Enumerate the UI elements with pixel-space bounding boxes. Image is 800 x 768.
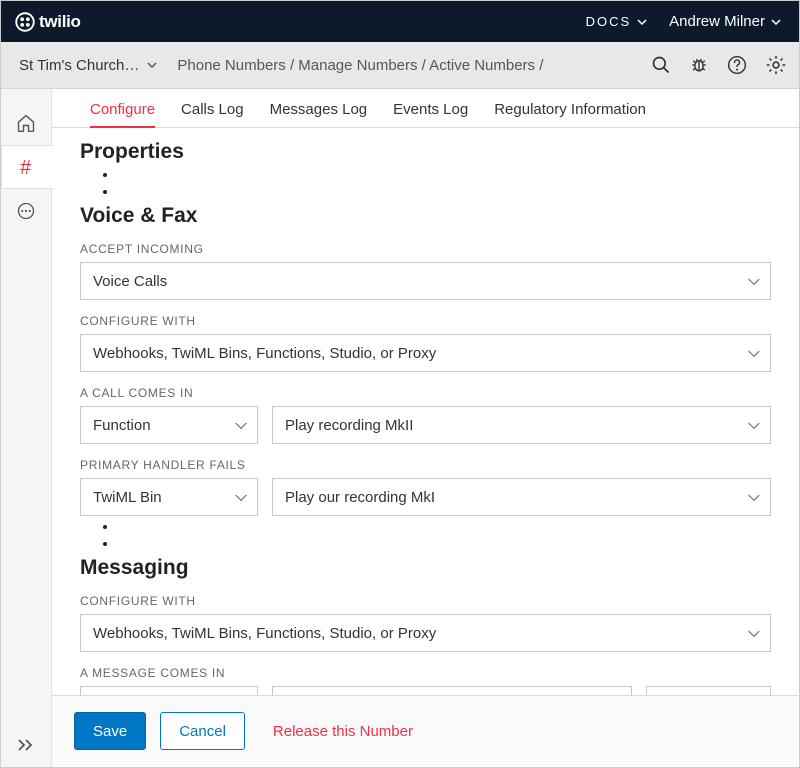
tab-regulatory[interactable]: Regulatory Information (494, 97, 646, 127)
tabs: Configure Calls Log Messages Log Events … (52, 89, 799, 128)
tab-calls-log[interactable]: Calls Log (181, 97, 244, 127)
content: Properties Voice & Fax ACCEPT INCOMING V… (52, 128, 799, 695)
expand-icon (16, 737, 36, 753)
accept-incoming-select[interactable]: Voice Calls (80, 262, 771, 300)
tab-configure[interactable]: Configure (90, 97, 155, 128)
fail-target-select[interactable]: Play our recording MkI (272, 478, 771, 516)
docs-label: DOCS (586, 14, 632, 29)
logo[interactable]: twilio (15, 12, 81, 32)
sidebar-expand[interactable] (1, 737, 51, 753)
vf-configure-with-select[interactable]: Webhooks, TwiML Bins, Functions, Studio,… (80, 334, 771, 372)
sidebar-home[interactable] (1, 101, 52, 145)
top-nav: twilio DOCS Andrew Milner (1, 1, 799, 42)
fail-type-select[interactable]: TwiML Bin (80, 478, 258, 516)
call-comes-in-label: A CALL COMES IN (80, 386, 771, 400)
debug-icon[interactable] (689, 55, 709, 75)
home-icon (16, 113, 36, 133)
fail-target-value: Play our recording MkI (285, 489, 435, 506)
call-target-value: Play recording MkII (285, 417, 413, 434)
fail-type-value: TwiML Bin (93, 489, 162, 506)
vf-configure-with-label: CONFIGURE WITH (80, 314, 771, 328)
voice-fax-heading: Voice & Fax (80, 204, 771, 228)
msg-configure-with-value: Webhooks, TwiML Bins, Functions, Studio,… (93, 625, 436, 642)
properties-list (118, 166, 771, 200)
user-menu[interactable]: Andrew Milner (669, 13, 781, 30)
project-name: St Tim's Church… (19, 57, 139, 74)
primary-fails-label: PRIMARY HANDLER FAILS (80, 458, 771, 472)
hash-icon: # (17, 156, 37, 178)
msg-configure-with-select[interactable]: Webhooks, TwiML Bins, Functions, Studio,… (80, 614, 771, 652)
release-number-link[interactable]: Release this Number (273, 723, 413, 740)
msg-configure-with-label: CONFIGURE WITH (80, 594, 771, 608)
properties-heading: Properties (80, 140, 771, 164)
sidebar-phone-numbers[interactable]: # (1, 145, 53, 189)
sidebar-more[interactable] (1, 189, 52, 233)
project-switcher[interactable]: St Tim's Church… (19, 57, 157, 74)
tab-messages-log[interactable]: Messages Log (270, 97, 368, 127)
chevron-down-icon (771, 19, 781, 25)
tab-events-log[interactable]: Events Log (393, 97, 468, 127)
chevron-down-icon (637, 19, 647, 25)
msg-method-select[interactable]: HTTP POST (646, 686, 771, 695)
vf-extra-list (118, 518, 771, 552)
cancel-button[interactable]: Cancel (160, 712, 245, 750)
save-button[interactable]: Save (74, 712, 146, 750)
messaging-heading: Messaging (80, 556, 771, 580)
msg-type-select[interactable]: Webhook (80, 686, 258, 695)
search-icon[interactable] (651, 55, 671, 75)
accept-incoming-value: Voice Calls (93, 273, 167, 290)
help-icon[interactable] (727, 55, 747, 75)
twilio-logo-icon (15, 12, 35, 32)
more-icon (16, 201, 36, 221)
call-type-select[interactable]: Function (80, 406, 258, 444)
user-name: Andrew Milner (669, 13, 765, 30)
accept-incoming-label: ACCEPT INCOMING (80, 242, 771, 256)
settings-icon[interactable] (765, 54, 787, 76)
footer: Save Cancel Release this Number (52, 695, 798, 766)
vf-configure-with-value: Webhooks, TwiML Bins, Functions, Studio,… (93, 345, 436, 362)
call-target-select[interactable]: Play recording MkII (272, 406, 771, 444)
sidebar: # (1, 89, 52, 767)
msg-comes-in-label: A MESSAGE COMES IN (80, 666, 771, 680)
sub-nav: St Tim's Church… Phone Numbers / Manage … (1, 42, 799, 89)
brand-text: twilio (39, 12, 81, 32)
call-type-value: Function (93, 417, 151, 434)
chevron-down-icon (147, 62, 157, 68)
breadcrumb: Phone Numbers / Manage Numbers / Active … (177, 57, 651, 74)
docs-link[interactable]: DOCS (586, 14, 648, 29)
msg-url-input[interactable]: https://demo.twilio.com/welcome/sms/repl… (272, 686, 632, 695)
svg-text:#: # (20, 157, 32, 178)
